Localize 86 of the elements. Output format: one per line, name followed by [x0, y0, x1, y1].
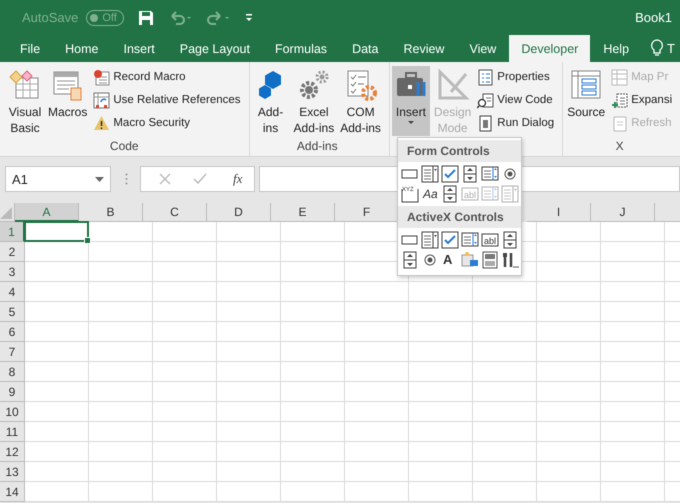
- caret-icon: [95, 176, 104, 182]
- ribbon-button[interactable]: COM Add-ins: [338, 66, 383, 136]
- checkbox-icon[interactable]: [441, 165, 459, 183]
- triangle-icon: [0, 207, 12, 219]
- spin-button-icon[interactable]: [501, 231, 519, 249]
- row-header[interactable]: 11: [0, 422, 25, 442]
- list-box-icon[interactable]: [461, 231, 479, 249]
- ribbon-button[interactable]: View Code: [475, 89, 556, 111]
- ribbon-button[interactable]: Excel Add-ins: [292, 66, 336, 136]
- row-header[interactable]: 7: [0, 342, 25, 362]
- ribbon-button[interactable]: Macro Security: [91, 112, 243, 134]
- insert-function-button[interactable]: fx: [229, 171, 246, 187]
- checkbox-icon[interactable]: [441, 231, 459, 249]
- tell-me-field[interactable]: T: [667, 35, 675, 62]
- image-icon[interactable]: [461, 251, 479, 269]
- column-header[interactable]: A: [15, 203, 79, 222]
- ribbon-tab[interactable]: Developer: [509, 35, 590, 62]
- row-header[interactable]: 8: [0, 362, 25, 382]
- ribbon-button[interactable]: Visual Basic: [6, 66, 44, 136]
- ribbon-tab[interactable]: Help: [591, 35, 642, 62]
- combo-box-icon[interactable]: [421, 165, 439, 183]
- ribbon-tab[interactable]: File: [8, 35, 52, 62]
- tools-icon[interactable]: [501, 251, 519, 269]
- grid-arrow-icon: [93, 92, 110, 108]
- save-icon[interactable]: [138, 10, 154, 26]
- row-header[interactable]: 2: [0, 242, 25, 262]
- menu-section-title: Form Controls: [398, 140, 521, 162]
- ribbon-button[interactable]: Macros: [46, 66, 90, 136]
- ribbon-button[interactable]: Properties: [475, 66, 556, 88]
- column-header[interactable]: I: [527, 203, 591, 222]
- spin-button-icon[interactable]: [401, 251, 419, 269]
- workbook-title: Book1: [635, 10, 672, 25]
- ribbon-button[interactable]: Source: [565, 66, 608, 136]
- magnifier-page-icon: [477, 92, 494, 108]
- drag-handle-icon[interactable]: [125, 173, 128, 185]
- group-label: Add-ins: [296, 139, 339, 155]
- list-box-icon[interactable]: [481, 165, 499, 183]
- spin-button-icon[interactable]: [461, 165, 479, 183]
- row-header[interactable]: 10: [0, 402, 25, 422]
- row-header[interactable]: 13: [0, 462, 25, 482]
- ribbon-tab[interactable]: View: [457, 35, 508, 62]
- group-label: Code: [108, 139, 140, 155]
- ribbon-button[interactable]: Add- ins: [252, 66, 290, 136]
- active-cell[interactable]: [24, 221, 89, 242]
- menu-section-title: ActiveX Controls: [398, 206, 521, 228]
- lightbulb-icon[interactable]: [650, 39, 664, 57]
- record-icon: [93, 68, 110, 86]
- row-header[interactable]: 1: [0, 222, 25, 242]
- ribbon-button[interactable]: Record Macro: [91, 66, 243, 88]
- row-header[interactable]: 5: [0, 302, 25, 322]
- group-label: X: [614, 139, 625, 155]
- table-icon: [611, 68, 628, 86]
- ribbon-button[interactable]: Run Dialog: [475, 112, 556, 134]
- row-header[interactable]: 6: [0, 322, 25, 342]
- properties-icon: [477, 68, 494, 86]
- dialog-icon: [477, 114, 494, 132]
- ribbon-button[interactable]: Insert: [392, 66, 430, 136]
- ribbon-tab[interactable]: Page Layout: [168, 35, 262, 62]
- refresh-page-icon: [611, 114, 628, 132]
- text-box-icon[interactable]: abl: [481, 231, 499, 249]
- ribbon-tab[interactable]: Insert: [112, 35, 167, 62]
- name-box[interactable]: A1: [5, 166, 111, 192]
- autosave-label: AutoSave: [22, 10, 78, 25]
- ribbon-button[interactable]: Expansi: [609, 89, 674, 111]
- column-header[interactable]: J: [591, 203, 655, 222]
- row-header[interactable]: 9: [0, 382, 25, 402]
- ribbon-tab[interactable]: Home: [53, 35, 110, 62]
- row-header[interactable]: 12: [0, 442, 25, 462]
- toggle-button-icon[interactable]: [481, 251, 499, 269]
- combo-box-icon[interactable]: [421, 231, 439, 249]
- expand-icon: [611, 92, 628, 108]
- ribbon-tab[interactable]: Data: [340, 35, 390, 62]
- row-header[interactable]: 3: [0, 262, 25, 282]
- ruler-pencil-icon: [436, 68, 470, 102]
- check-icon[interactable]: [193, 173, 207, 185]
- customize-caret-icon[interactable]: [244, 12, 254, 22]
- ribbon-button[interactable]: Use Relative References: [91, 89, 243, 111]
- column-header[interactable]: D: [207, 203, 271, 222]
- spin-button-icon[interactable]: [441, 185, 459, 203]
- ribbon-tab[interactable]: Formulas: [262, 35, 340, 62]
- row-header[interactable]: 14: [0, 482, 25, 502]
- column-header[interactable]: C: [143, 203, 207, 222]
- row-header[interactable]: 4: [0, 282, 25, 302]
- ribbon-tab[interactable]: Review: [391, 35, 456, 62]
- warning-icon: [93, 114, 110, 132]
- column-header[interactable]: E: [271, 203, 335, 222]
